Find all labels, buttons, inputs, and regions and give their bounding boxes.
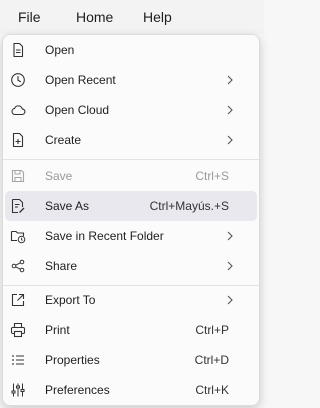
menu-item-open[interactable]: Open	[5, 35, 257, 65]
chevron-right-icon	[225, 294, 235, 306]
menu-item-label: Print	[45, 323, 70, 337]
cloud-icon	[10, 102, 26, 118]
chevron-right-icon	[225, 260, 235, 272]
menu-item-open-cloud[interactable]: Open Cloud	[5, 95, 257, 125]
menu-home[interactable]: Home	[74, 9, 115, 25]
menu-item-label: Open Recent	[45, 73, 116, 87]
file-menu-dropdown: Open Open Recent Open Cloud Create Save …	[2, 34, 260, 406]
menu-item-label: Properties	[45, 353, 100, 367]
menu-item-properties[interactable]: Properties Ctrl+D	[5, 345, 257, 375]
menu-help[interactable]: Help	[141, 9, 174, 25]
share-icon	[10, 258, 26, 274]
menu-item-share[interactable]: Share	[5, 251, 257, 281]
menu-item-export-to[interactable]: Export To	[5, 285, 257, 315]
menu-file[interactable]: File	[16, 9, 43, 25]
menu-item-label: Save	[45, 169, 73, 183]
menu-item-save-as[interactable]: Save As Ctrl+Mayús.+S	[5, 191, 257, 221]
menu-item-label: Export To	[45, 293, 96, 307]
chevron-right-icon	[225, 74, 235, 86]
shortcut-label: Ctrl+K	[195, 383, 229, 397]
sliders-icon	[10, 382, 26, 398]
save-as-icon	[10, 198, 26, 214]
menu-item-print[interactable]: Print Ctrl+P	[5, 315, 257, 345]
shortcut-label: Ctrl+D	[194, 353, 229, 367]
menu-item-label: Save in Recent Folder	[45, 229, 164, 243]
shortcut-label: Ctrl+P	[195, 323, 229, 337]
menu-item-save-in-recent-folder[interactable]: Save in Recent Folder	[5, 221, 257, 251]
menu-item-label: Create	[45, 133, 82, 147]
menu-bar: File Home Help	[0, 0, 264, 34]
shortcut-label: Ctrl+Mayús.+S	[149, 199, 229, 213]
clock-icon	[10, 72, 26, 88]
menu-item-label: Open Cloud	[45, 103, 110, 117]
shortcut-label: Ctrl+S	[195, 169, 229, 183]
chevron-right-icon	[225, 134, 235, 146]
chevron-right-icon	[225, 230, 235, 242]
export-icon	[10, 292, 26, 308]
list-icon	[10, 352, 26, 368]
printer-icon	[10, 322, 26, 338]
menu-item-open-recent[interactable]: Open Recent	[5, 65, 257, 95]
save-icon	[10, 168, 26, 184]
document-icon	[10, 42, 26, 58]
menu-item-save: Save Ctrl+S	[5, 161, 257, 191]
menu-item-label: Save As	[45, 199, 90, 213]
menu-item-label: Open	[45, 43, 75, 57]
menu-item-preferences[interactable]: Preferences Ctrl+K	[5, 375, 257, 405]
folder-clock-icon	[10, 228, 26, 244]
menu-item-label: Preferences	[45, 383, 110, 397]
menu-item-create[interactable]: Create	[5, 125, 257, 155]
menu-separator	[3, 159, 259, 160]
chevron-right-icon	[225, 104, 235, 116]
menu-item-label: Share	[45, 259, 78, 273]
new-document-icon	[10, 132, 26, 148]
